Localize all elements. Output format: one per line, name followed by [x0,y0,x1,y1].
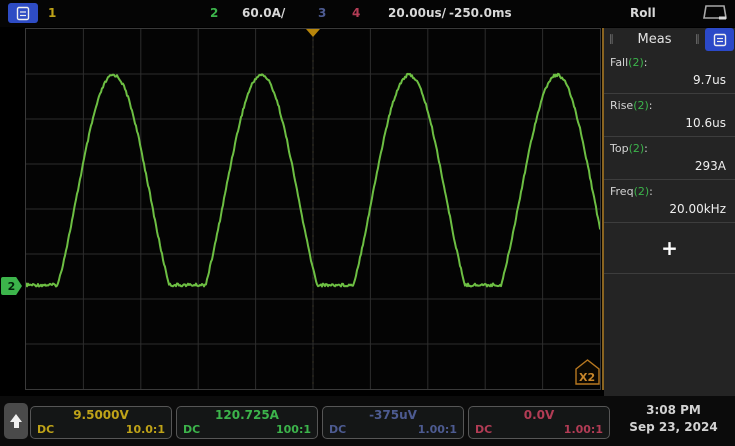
date-display: Sep 23, 2024 [629,420,718,434]
measurement-row-freq[interactable]: Freq(2): 20.00kHz [604,180,735,223]
x2-zone-badge[interactable]: X2 [575,359,600,385]
add-measurement-button[interactable]: + [604,223,735,274]
svg-text:X2: X2 [579,371,595,384]
drag-handle-icon[interactable]: ∥ [690,34,705,45]
meas-menu-button[interactable] [705,28,734,51]
clock: 3:08 PM Sep 23, 2024 [616,402,731,436]
expand-panel-button[interactable] [4,403,28,439]
arrow-up-icon [13,422,19,428]
channel-4-offset: 0.0V [523,408,555,422]
meas-panel-header: ∥ Meas ∥ [604,28,735,51]
channel-1-label[interactable]: 1 [48,6,56,20]
time-display: 3:08 PM [646,403,701,417]
measurement-value: 293A [694,159,726,173]
measurement-value: 10.6us [685,116,726,130]
measurement-label: Top(2): [610,142,648,155]
menu-icon [15,6,31,21]
measurement-row-fall[interactable]: Fall(2): 9.7us [604,51,735,94]
trigger-marker-icon[interactable] [306,29,320,37]
channel-4-status-box[interactable]: 0.0V DC 1.00:1 [468,406,610,439]
measurement-value: 9.7us [693,73,726,87]
channel-2-coupling: DC [183,423,201,436]
measurement-row-rise[interactable]: Rise(2): 10.6us [604,94,735,137]
measurement-row-top[interactable]: Top(2): 293A [604,137,735,180]
horizontal-delay[interactable]: -250.0ms [449,6,512,20]
display-icon[interactable] [702,4,728,22]
channel-2-probe-ratio: 100:1 [275,423,311,436]
oscilloscope-screen: 1 2 60.0A/ 3 4 20.00us/ -250.0ms Roll X2… [0,0,735,446]
measurement-label: Fall(2): [610,56,648,69]
channel-4-label[interactable]: 4 [352,6,360,20]
channel-1-coupling: DC [37,423,55,436]
top-status-bar: 1 2 60.0A/ 3 4 20.00us/ -250.0ms Roll [0,0,735,27]
channel-2-offset: 120.725A [215,408,279,422]
channel-3-probe-ratio: 1.00:1 [417,423,457,436]
main-menu-button[interactable] [8,3,38,23]
meas-panel-title: Meas [637,32,672,47]
measurement-value: 20.00kHz [669,202,726,216]
meas-menu-icon [713,33,727,47]
bottom-status-bar: 9.5000V DC 10.0:1 120.725A DC 100:1 -375… [0,396,735,446]
channel-2-ground-marker[interactable]: 2 [1,277,22,295]
channel-3-coupling: DC [329,423,347,436]
channel-3-offset: -375uV [369,408,417,422]
channel-3-status-box[interactable]: -375uV DC 1.00:1 [322,406,464,439]
channel-4-coupling: DC [475,423,493,436]
channel-2-status-box[interactable]: 120.725A DC 100:1 [176,406,318,439]
channel-1-probe-ratio: 10.0:1 [125,423,165,436]
channel-3-label[interactable]: 3 [318,6,326,20]
channel-1-offset: 9.5000V [73,408,129,422]
acquisition-mode[interactable]: Roll [630,6,656,20]
timebase-setting[interactable]: 20.00us/ [388,6,446,20]
measurement-label: Freq(2): [610,185,653,198]
measurement-label: Rise(2): [610,99,653,112]
drag-handle-icon[interactable]: ∥ [604,34,619,45]
channel-1-status-box[interactable]: 9.5000V DC 10.0:1 [30,406,172,439]
waveform-display[interactable]: X2 [25,28,601,390]
measurements-panel: ∥ Meas ∥ Fall(2): 9.7us Rise(2): 10.6us [604,28,735,396]
channel-4-probe-ratio: 1.00:1 [563,423,603,436]
arrow-up-icon [10,414,22,422]
channel-2-label[interactable]: 2 [210,6,218,20]
channel-2-scale[interactable]: 60.0A/ [242,6,285,20]
